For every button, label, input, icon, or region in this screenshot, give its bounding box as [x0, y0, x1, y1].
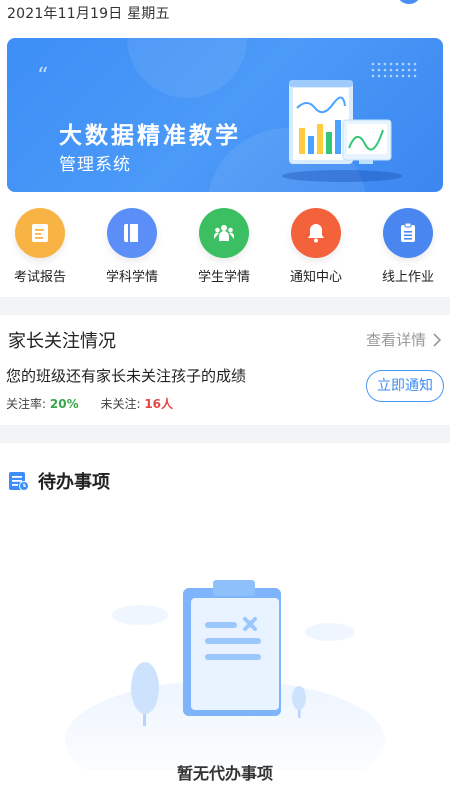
todo-list-icon [9, 472, 29, 491]
date-label: 2021年11月19日 星期五 [7, 6, 170, 22]
quick-action-label: 考试报告 [13, 270, 66, 285]
unfollowed-value: 16人 [144, 397, 174, 411]
parent-attention-card: 家长关注情况 查看详情 您的班级还有家长未关注孩子的成绩 关注率: 20% 未关… [0, 315, 450, 425]
quick-actions: 考试报告 学科学情 学生学情 通知中心 线上作业 [0, 208, 450, 290]
todo-header: 待办事项 [8, 468, 110, 494]
exam-report-icon [15, 208, 65, 258]
quick-action-label: 线上作业 [381, 270, 434, 285]
view-details-label: 查看详情 [365, 331, 426, 349]
banner-subtitle: 管理系统 [59, 155, 131, 175]
bell-icon [291, 208, 341, 258]
chevron-right-icon [433, 332, 442, 347]
quick-action-subject-analysis[interactable]: 学科学情 [92, 208, 172, 285]
banner-decor [127, 38, 247, 98]
quick-action-online-homework[interactable]: 线上作业 [368, 208, 448, 285]
quote-icon: “ [37, 64, 49, 89]
students-icon [199, 208, 249, 258]
view-details-link[interactable]: 查看详情 [366, 329, 442, 350]
parent-attention-stats: 关注率: 20% 未关注: 16人 [6, 395, 173, 412]
quick-action-student-analysis[interactable]: 学生学情 [184, 208, 264, 285]
dashboard-illustration-icon [282, 62, 417, 182]
quick-action-label: 通知中心 [289, 270, 342, 285]
parent-attention-message: 您的班级还有家长未关注孩子的成绩 [6, 367, 247, 385]
section-divider [0, 297, 450, 315]
empty-state-text: 暂无代办事项 [176, 764, 273, 783]
quick-action-label: 学生学情 [197, 270, 250, 285]
banner-title: 大数据精准教学 [59, 123, 241, 149]
parent-attention-heading: 家长关注情况 [8, 331, 116, 352]
section-divider [0, 425, 450, 443]
avatar[interactable] [398, 0, 420, 4]
clipboard-icon [383, 208, 433, 258]
empty-clipboard-illustration [65, 580, 385, 770]
quick-action-label: 学科学情 [105, 270, 158, 285]
notify-now-button[interactable]: 立即通知 [366, 370, 444, 402]
todo-heading: 待办事项 [38, 472, 110, 493]
unfollowed-label: 未关注: [100, 397, 141, 411]
book-icon [107, 208, 157, 258]
quick-action-notification-center[interactable]: 通知中心 [276, 208, 356, 285]
rate-label: 关注率: [6, 397, 47, 411]
hero-banner[interactable]: “ 大数据精准教学 管理系统 [7, 38, 443, 192]
quick-action-exam-report[interactable]: 考试报告 [0, 208, 80, 285]
rate-value: 20% [49, 397, 79, 411]
